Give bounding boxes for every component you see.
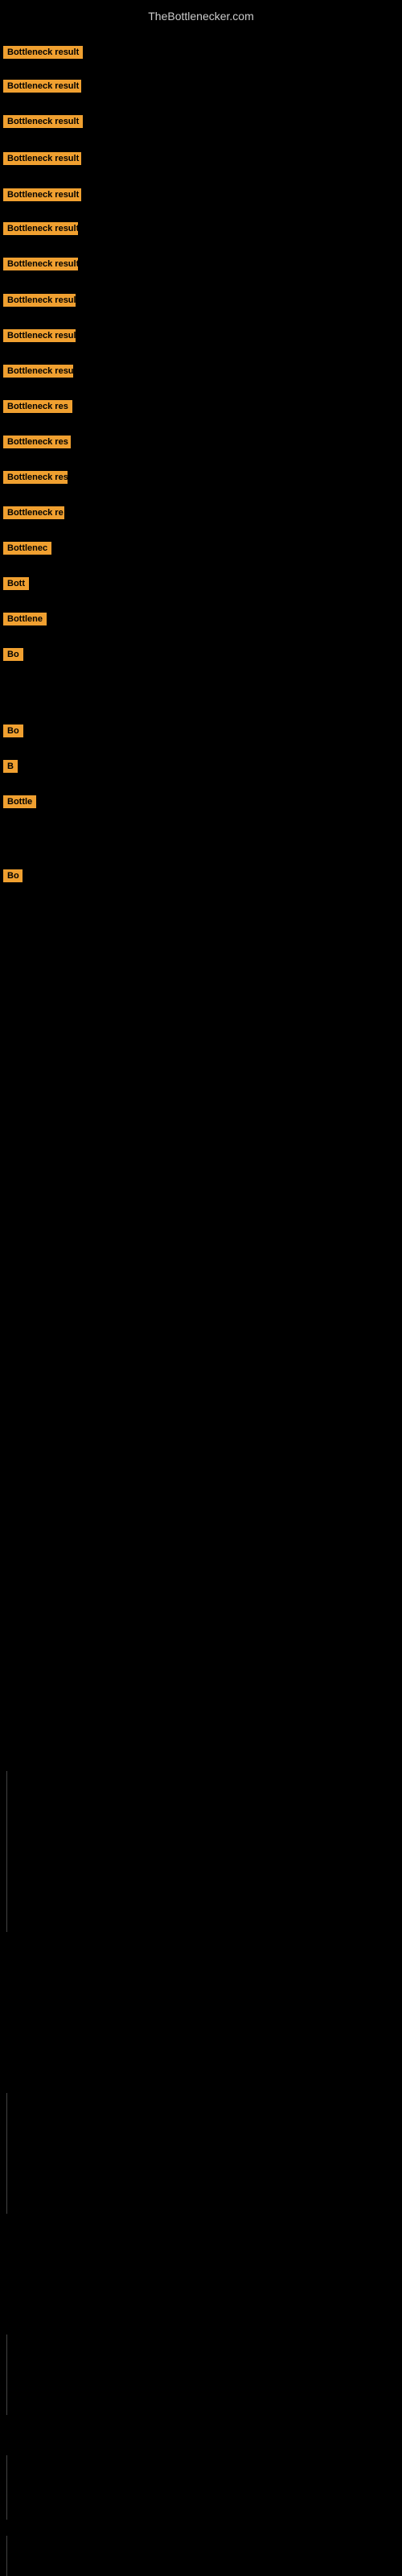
bottleneck-row: Bottleneck result	[3, 222, 78, 239]
bottleneck-row: Bottleneck result	[3, 80, 81, 97]
site-title: TheBottlenecker.com	[0, 3, 402, 29]
bottleneck-row: Bottleneck result	[3, 46, 83, 63]
bottleneck-badge: Bo	[3, 724, 23, 737]
bottleneck-row: Bottleneck result	[3, 329, 76, 346]
bottleneck-row: Bottleneck result	[3, 294, 76, 311]
bottleneck-badge: Bottleneck res	[3, 400, 72, 413]
bottleneck-row: Bottlenec	[3, 542, 51, 559]
vertical-line	[6, 2093, 7, 2214]
bottleneck-badge: Bottleneck res	[3, 436, 71, 448]
bottleneck-badge: Bottlenec	[3, 542, 51, 555]
bottleneck-badge: Bottleneck result	[3, 188, 81, 201]
bottleneck-badge: Bott	[3, 577, 29, 590]
vertical-line	[6, 1771, 7, 1932]
bottleneck-row: Bo	[3, 724, 23, 741]
bottleneck-badge: Bottle	[3, 795, 36, 808]
vertical-line	[6, 2536, 7, 2576]
bottleneck-badge: Bottleneck res	[3, 471, 68, 484]
bottleneck-row: Bottleneck res	[3, 436, 71, 452]
bottleneck-row: Bottleneck result	[3, 258, 78, 275]
vertical-line	[6, 2334, 7, 2415]
bottleneck-row: Bottleneck result	[3, 188, 81, 205]
bottleneck-row: Bottlene	[3, 613, 47, 630]
bottleneck-row: Bottleneck res	[3, 471, 68, 488]
bottleneck-badge: Bottleneck result	[3, 294, 76, 307]
vertical-line	[6, 2455, 7, 2520]
bottleneck-badge: Bottlene	[3, 613, 47, 625]
bottleneck-badge: Bottleneck result	[3, 115, 83, 128]
bottleneck-badge: Bottleneck result	[3, 365, 73, 378]
bottleneck-badge: Bottleneck result	[3, 222, 78, 235]
bottleneck-badge: Bo	[3, 648, 23, 661]
bottleneck-badge: Bottleneck result	[3, 258, 78, 270]
bottleneck-badge: Bottleneck result	[3, 80, 81, 93]
bottleneck-badge: Bottleneck result	[3, 329, 76, 342]
bottleneck-row: Bottleneck res	[3, 400, 72, 417]
bottleneck-row: Bo	[3, 648, 23, 665]
bottleneck-badge: Bottleneck result	[3, 46, 83, 59]
bottleneck-badge: Bottleneck result	[3, 152, 81, 165]
bottleneck-row: Bott	[3, 577, 29, 594]
bottleneck-row: B	[3, 760, 18, 777]
bottleneck-row: Bottleneck result	[3, 152, 81, 169]
bottleneck-row: Bottleneck result	[3, 115, 83, 132]
bottleneck-badge: B	[3, 760, 18, 773]
bottleneck-row: Bottle	[3, 795, 36, 812]
bottleneck-row: Bottleneck result	[3, 365, 73, 382]
bottleneck-badge: Bottleneck re	[3, 506, 64, 519]
bottleneck-row: Bo	[3, 869, 23, 886]
bottleneck-row: Bottleneck re	[3, 506, 64, 523]
bottleneck-badge: Bo	[3, 869, 23, 882]
